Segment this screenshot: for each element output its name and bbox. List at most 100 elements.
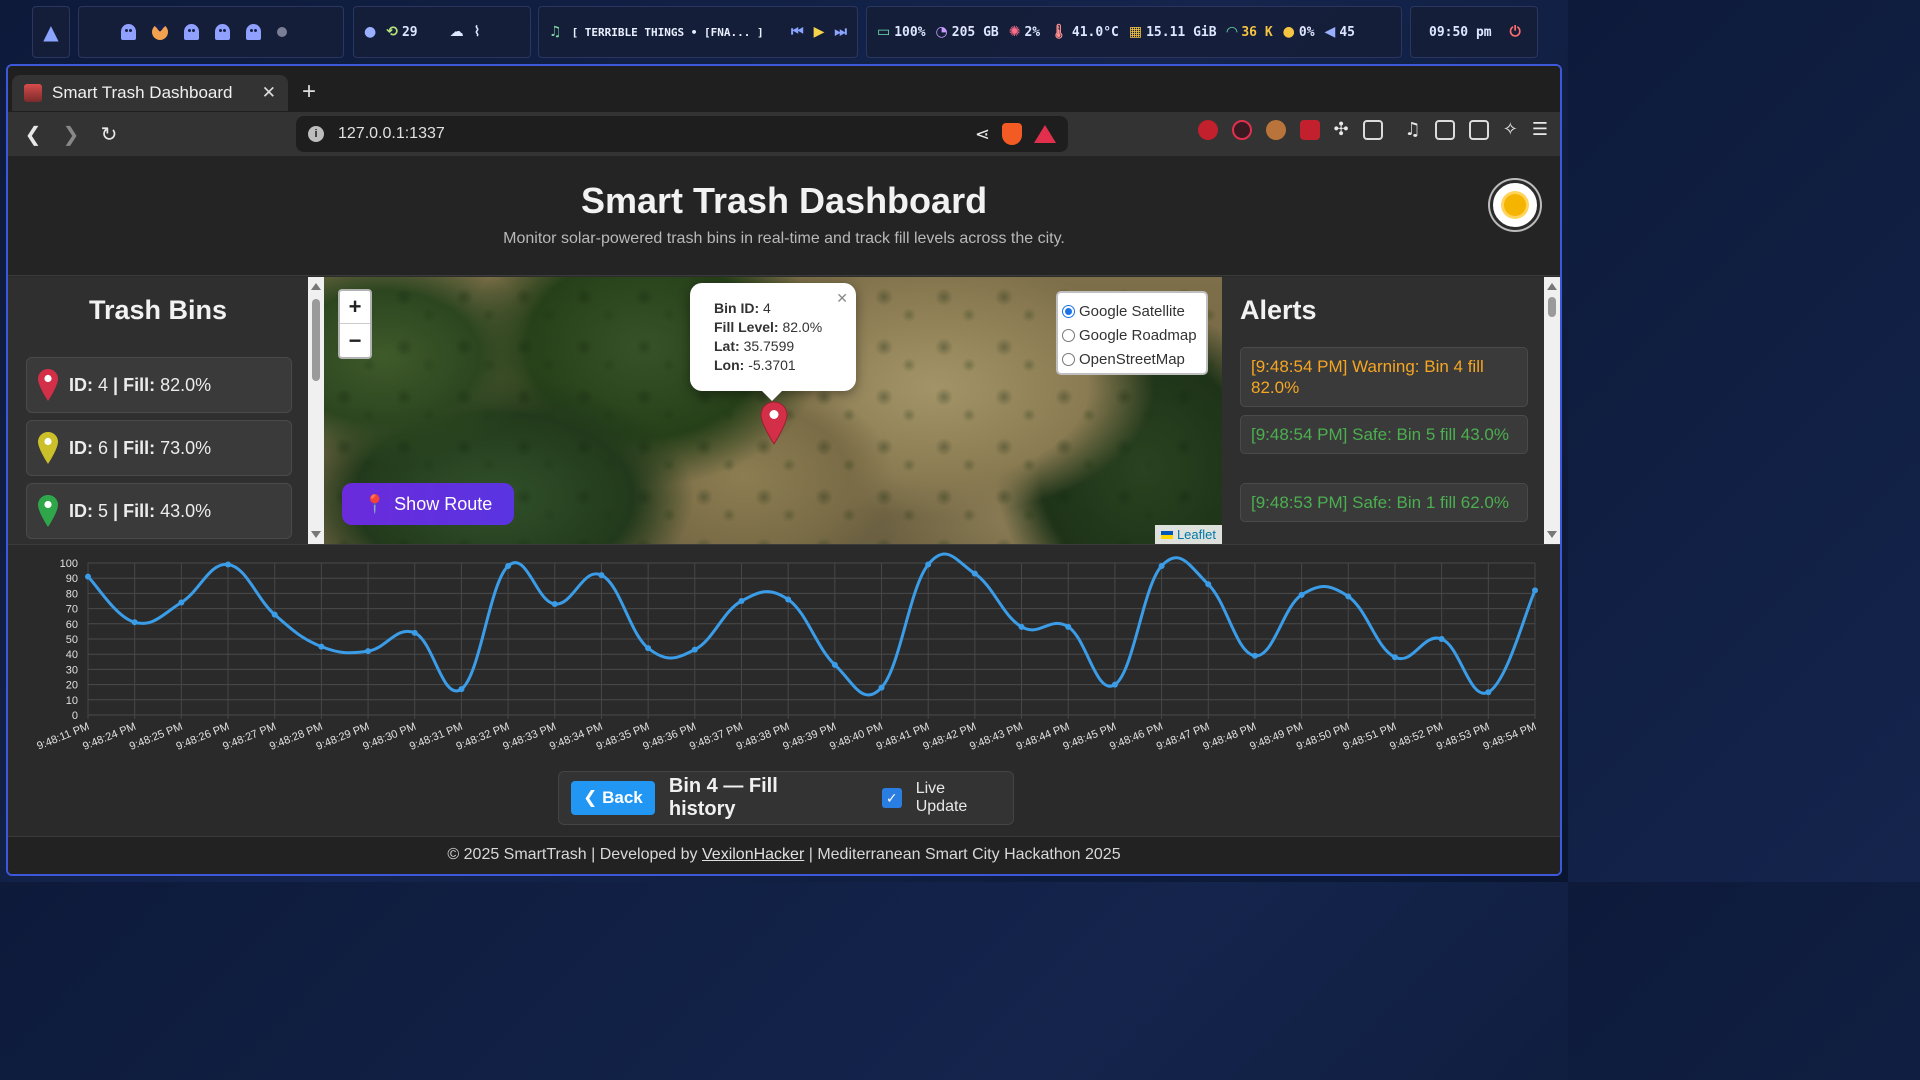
music-note-icon: ♫	[549, 24, 562, 40]
live-update-checkbox[interactable]: ✓	[881, 788, 902, 808]
prev-track-icon[interactable]: ⏮	[791, 24, 804, 40]
radio-icon[interactable]	[1062, 328, 1075, 342]
data-point	[505, 563, 512, 570]
data-point	[785, 596, 792, 603]
extensions-puzzle-icon[interactable]: ✣	[1334, 119, 1349, 140]
bins-scrollbar[interactable]	[308, 277, 324, 544]
theme-toggle-button[interactable]	[1490, 180, 1540, 230]
map-attribution: Leaflet	[1154, 525, 1222, 544]
dev-widgets: ● ⟲ 29 ☁ ⌇	[353, 6, 531, 58]
bin-popup: ✕ Bin ID: 4 Fill Level: 82.0% Lat: 35.75…	[690, 283, 856, 401]
tab-smart-trash[interactable]: Smart Trash Dashboard ✕	[12, 75, 288, 111]
bin-card[interactable]: ID: 4 | Fill: 82.0%	[26, 357, 292, 413]
scroll-down-icon[interactable]	[1547, 531, 1557, 538]
popup-close-icon[interactable]: ✕	[836, 289, 848, 308]
zoom-out-button[interactable]: −	[340, 324, 370, 357]
browser-window: Smart Trash Dashboard ✕ + ❮ ❯ ↻ ▯ i 127.…	[6, 64, 1562, 876]
radio-selected-icon[interactable]	[1062, 304, 1075, 318]
scroll-up-icon[interactable]	[311, 283, 321, 290]
alerts-scrollbar[interactable]	[1544, 277, 1560, 544]
url-text[interactable]: 127.0.0.1:1337	[338, 125, 445, 143]
workspace-3-icon[interactable]	[184, 24, 199, 40]
y-tick-label: 90	[66, 573, 78, 585]
data-point	[691, 646, 698, 653]
zoom-in-button[interactable]: +	[340, 291, 370, 324]
workspace-5-icon[interactable]	[246, 24, 261, 40]
data-point	[831, 661, 838, 668]
menu-icon[interactable]: ☰	[1532, 119, 1548, 140]
scroll-up-icon[interactable]	[1547, 283, 1557, 290]
forward-arrow-icon[interactable]: ❯	[56, 119, 86, 149]
favicon-icon	[24, 84, 42, 102]
author-link[interactable]: VexilonHacker	[702, 846, 804, 863]
leo-ai-icon[interactable]: ✧	[1503, 119, 1518, 140]
wallet-icon[interactable]	[1468, 119, 1489, 140]
chart-controls: ❮ Back Bin 4 — Fill history ✓ Live Updat…	[558, 771, 1014, 825]
show-route-button[interactable]: 📍 Show Route	[342, 483, 514, 525]
lightbulb-icon: ●	[1282, 24, 1295, 40]
scroll-thumb[interactable]	[1548, 297, 1556, 317]
privacy-ext-icon[interactable]	[1299, 119, 1320, 140]
y-tick-label: 70	[66, 604, 78, 616]
site-info-icon[interactable]: i	[308, 126, 324, 142]
map[interactable]: + − ✕ Bin ID: 4 Fill Level: 82.0% Lat: 3…	[324, 277, 1222, 544]
workspaces[interactable]	[78, 6, 344, 58]
map-marker-icon[interactable]	[760, 401, 788, 445]
sun-icon	[1504, 194, 1526, 216]
brave-shields-icon[interactable]	[1002, 123, 1022, 145]
pushpin-icon: 📍	[363, 493, 387, 514]
data-point	[271, 611, 278, 618]
ublock-icon[interactable]	[1197, 119, 1218, 140]
y-tick-label: 20	[66, 680, 78, 692]
music-widget[interactable]: ♫ [ TERRIBLE THINGS • [FNA... ] ⏮ ▶ ⏭	[538, 6, 858, 58]
launcher-button[interactable]: ▲	[32, 6, 70, 58]
back-arrow-icon[interactable]: ❮	[18, 119, 48, 149]
cookie-icon[interactable]	[1265, 119, 1286, 140]
cpu-icon: ✺	[1008, 24, 1021, 40]
bin-card[interactable]: ID: 6 | Fill: 73.0%	[26, 420, 292, 476]
map-pin-icon	[38, 369, 58, 401]
play-icon[interactable]: ▶	[814, 24, 825, 40]
data-point	[225, 561, 232, 568]
scroll-down-icon[interactable]	[311, 531, 321, 538]
system-stats: ▭ 100% ◔ 205 GB ✺ 2% 🌡 41.0°C ▦ 15.11 GiB ◠ 36…	[866, 6, 1402, 58]
bin-card[interactable]: ID: 5 | Fill: 43.0%	[26, 483, 292, 539]
data-point	[971, 570, 978, 577]
y-tick-label: 80	[66, 588, 78, 600]
history-title: Bin 4 — Fill history	[668, 775, 778, 820]
leaflet-link[interactable]: Leaflet	[1177, 527, 1216, 542]
back-button[interactable]: ❮ Back	[571, 781, 655, 815]
workspace-1-icon[interactable]	[121, 24, 136, 40]
y-tick-label: 10	[66, 695, 78, 707]
scroll-thumb[interactable]	[312, 299, 320, 381]
video-ext-icon[interactable]	[1231, 119, 1252, 140]
media-icon[interactable]: ♫	[1405, 119, 1421, 140]
address-bar[interactable]: i 127.0.0.1:1337 ⋖	[296, 116, 1068, 152]
data-point	[1485, 689, 1492, 696]
live-update-label[interactable]: Live Update	[916, 780, 1001, 816]
layer-option[interactable]: Google Roadmap	[1062, 323, 1202, 347]
git-updates[interactable]: ⟲ 29	[386, 24, 417, 40]
power-icon[interactable]: ⏻	[1510, 24, 1521, 40]
footer: © 2025 SmartTrash | Developed by Vexilon…	[8, 836, 1560, 874]
bins-panel: Trash Bins ID: 4 | Fill: 82.0% ID: 6 | F…	[8, 277, 308, 544]
reload-icon[interactable]: ↻	[94, 119, 124, 149]
y-tick-label: 30	[66, 664, 78, 676]
y-tick-label: 40	[66, 649, 78, 661]
sidebar-icon[interactable]	[1434, 119, 1455, 140]
brave-rewards-icon[interactable]	[1034, 125, 1056, 143]
workspace-2-active-icon[interactable]	[152, 24, 168, 40]
extensions-row: ✣ ♫ ✧ ☰	[1197, 119, 1548, 140]
data-point	[1391, 654, 1398, 661]
radio-icon[interactable]	[1062, 352, 1075, 366]
layer-option[interactable]: Google Satellite	[1062, 299, 1202, 323]
next-track-icon[interactable]: ⏭	[834, 24, 847, 40]
new-tab-icon[interactable]: +	[302, 78, 316, 106]
workspace-6-icon[interactable]	[277, 27, 287, 37]
share-icon[interactable]: ⋖	[975, 124, 990, 145]
screenshot-icon[interactable]	[1362, 119, 1383, 140]
layer-option[interactable]: OpenStreetMap	[1062, 347, 1202, 371]
close-tab-icon[interactable]: ✕	[262, 83, 276, 103]
volume-icon[interactable]: ◀	[1325, 24, 1336, 40]
workspace-4-icon[interactable]	[215, 24, 230, 40]
